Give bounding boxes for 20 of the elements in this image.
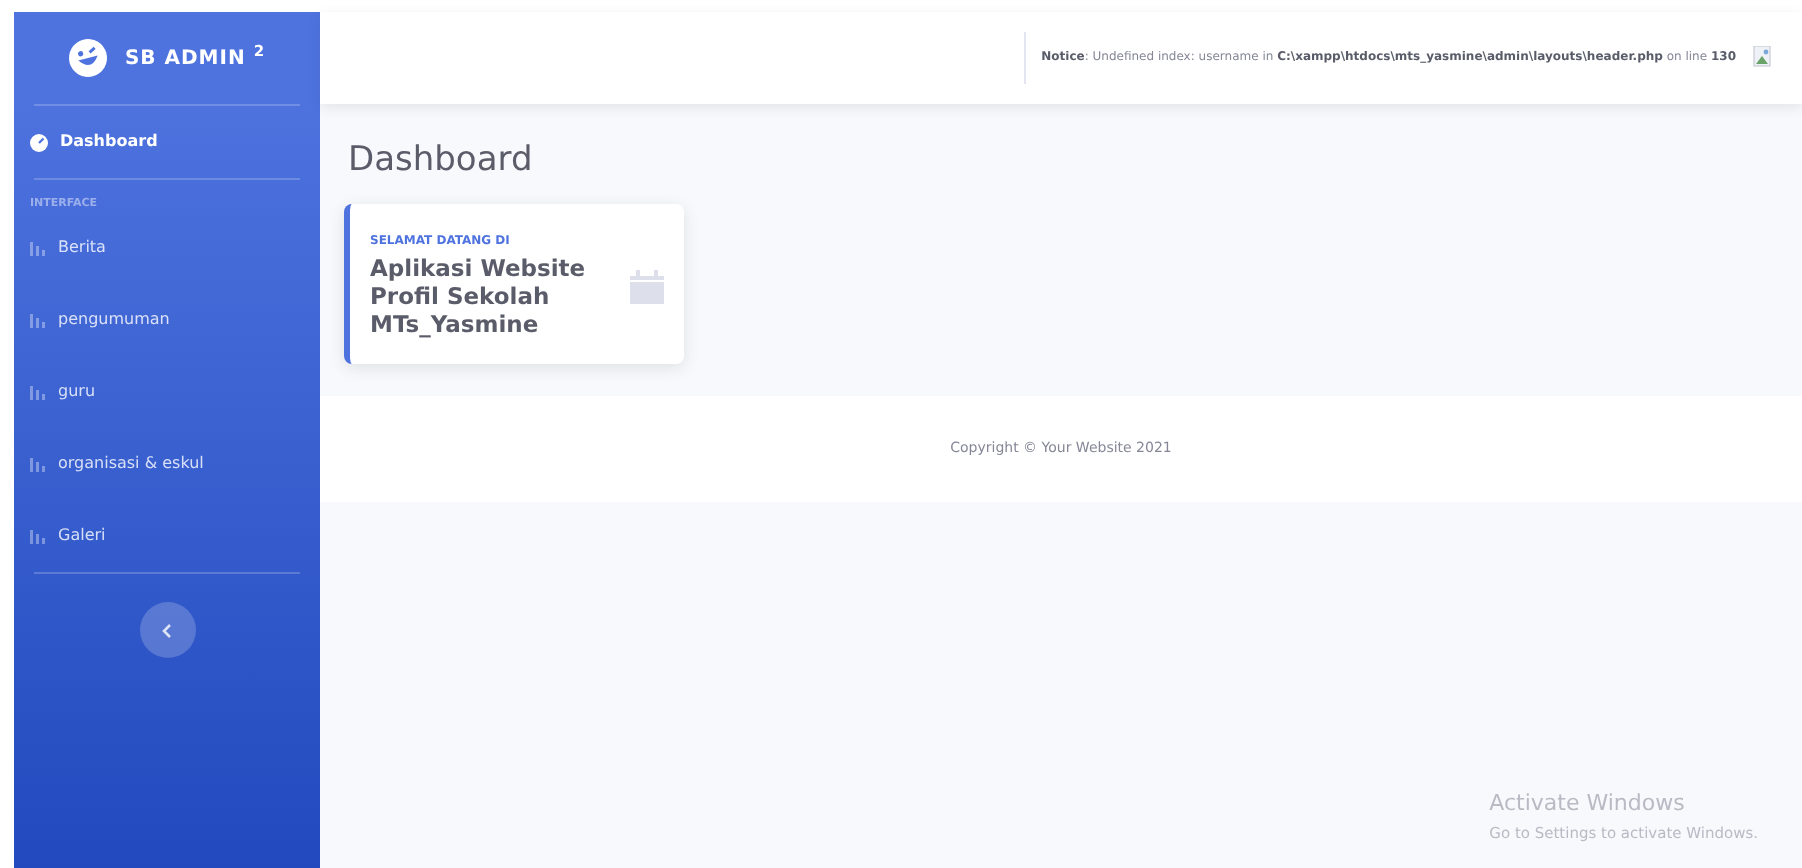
chevron-left-icon xyxy=(162,623,172,638)
chart-icon xyxy=(30,385,46,400)
calendar-icon xyxy=(630,269,664,304)
card-text: Aplikasi Website Profil Sekolah MTs_Yasmine xyxy=(370,256,588,340)
sidebar-item[interactable]: Galeri xyxy=(14,500,320,573)
chart-icon xyxy=(30,529,46,544)
brand-title[interactable]: SB ADMIN $^{2}$ xyxy=(124,43,266,73)
activation-title: Activate Windows xyxy=(1489,788,1687,821)
sidebar-item[interactable]: organisasi & eskul xyxy=(14,428,320,501)
sidebar-item[interactable]: Dashboard xyxy=(14,106,320,178)
collapse-button[interactable] xyxy=(139,602,195,659)
broken-image-icon xyxy=(1752,46,1774,70)
sidebar-item[interactable]: Berita xyxy=(14,212,320,285)
sidebar-item[interactable]: guru xyxy=(14,356,320,429)
page-title: Dashboard xyxy=(348,140,535,181)
chart-icon xyxy=(30,241,46,256)
gauge-icon xyxy=(30,133,48,151)
chart-icon xyxy=(30,457,46,472)
sidebar-item[interactable]: pengumuman xyxy=(14,284,320,357)
chart-icon xyxy=(30,313,46,328)
